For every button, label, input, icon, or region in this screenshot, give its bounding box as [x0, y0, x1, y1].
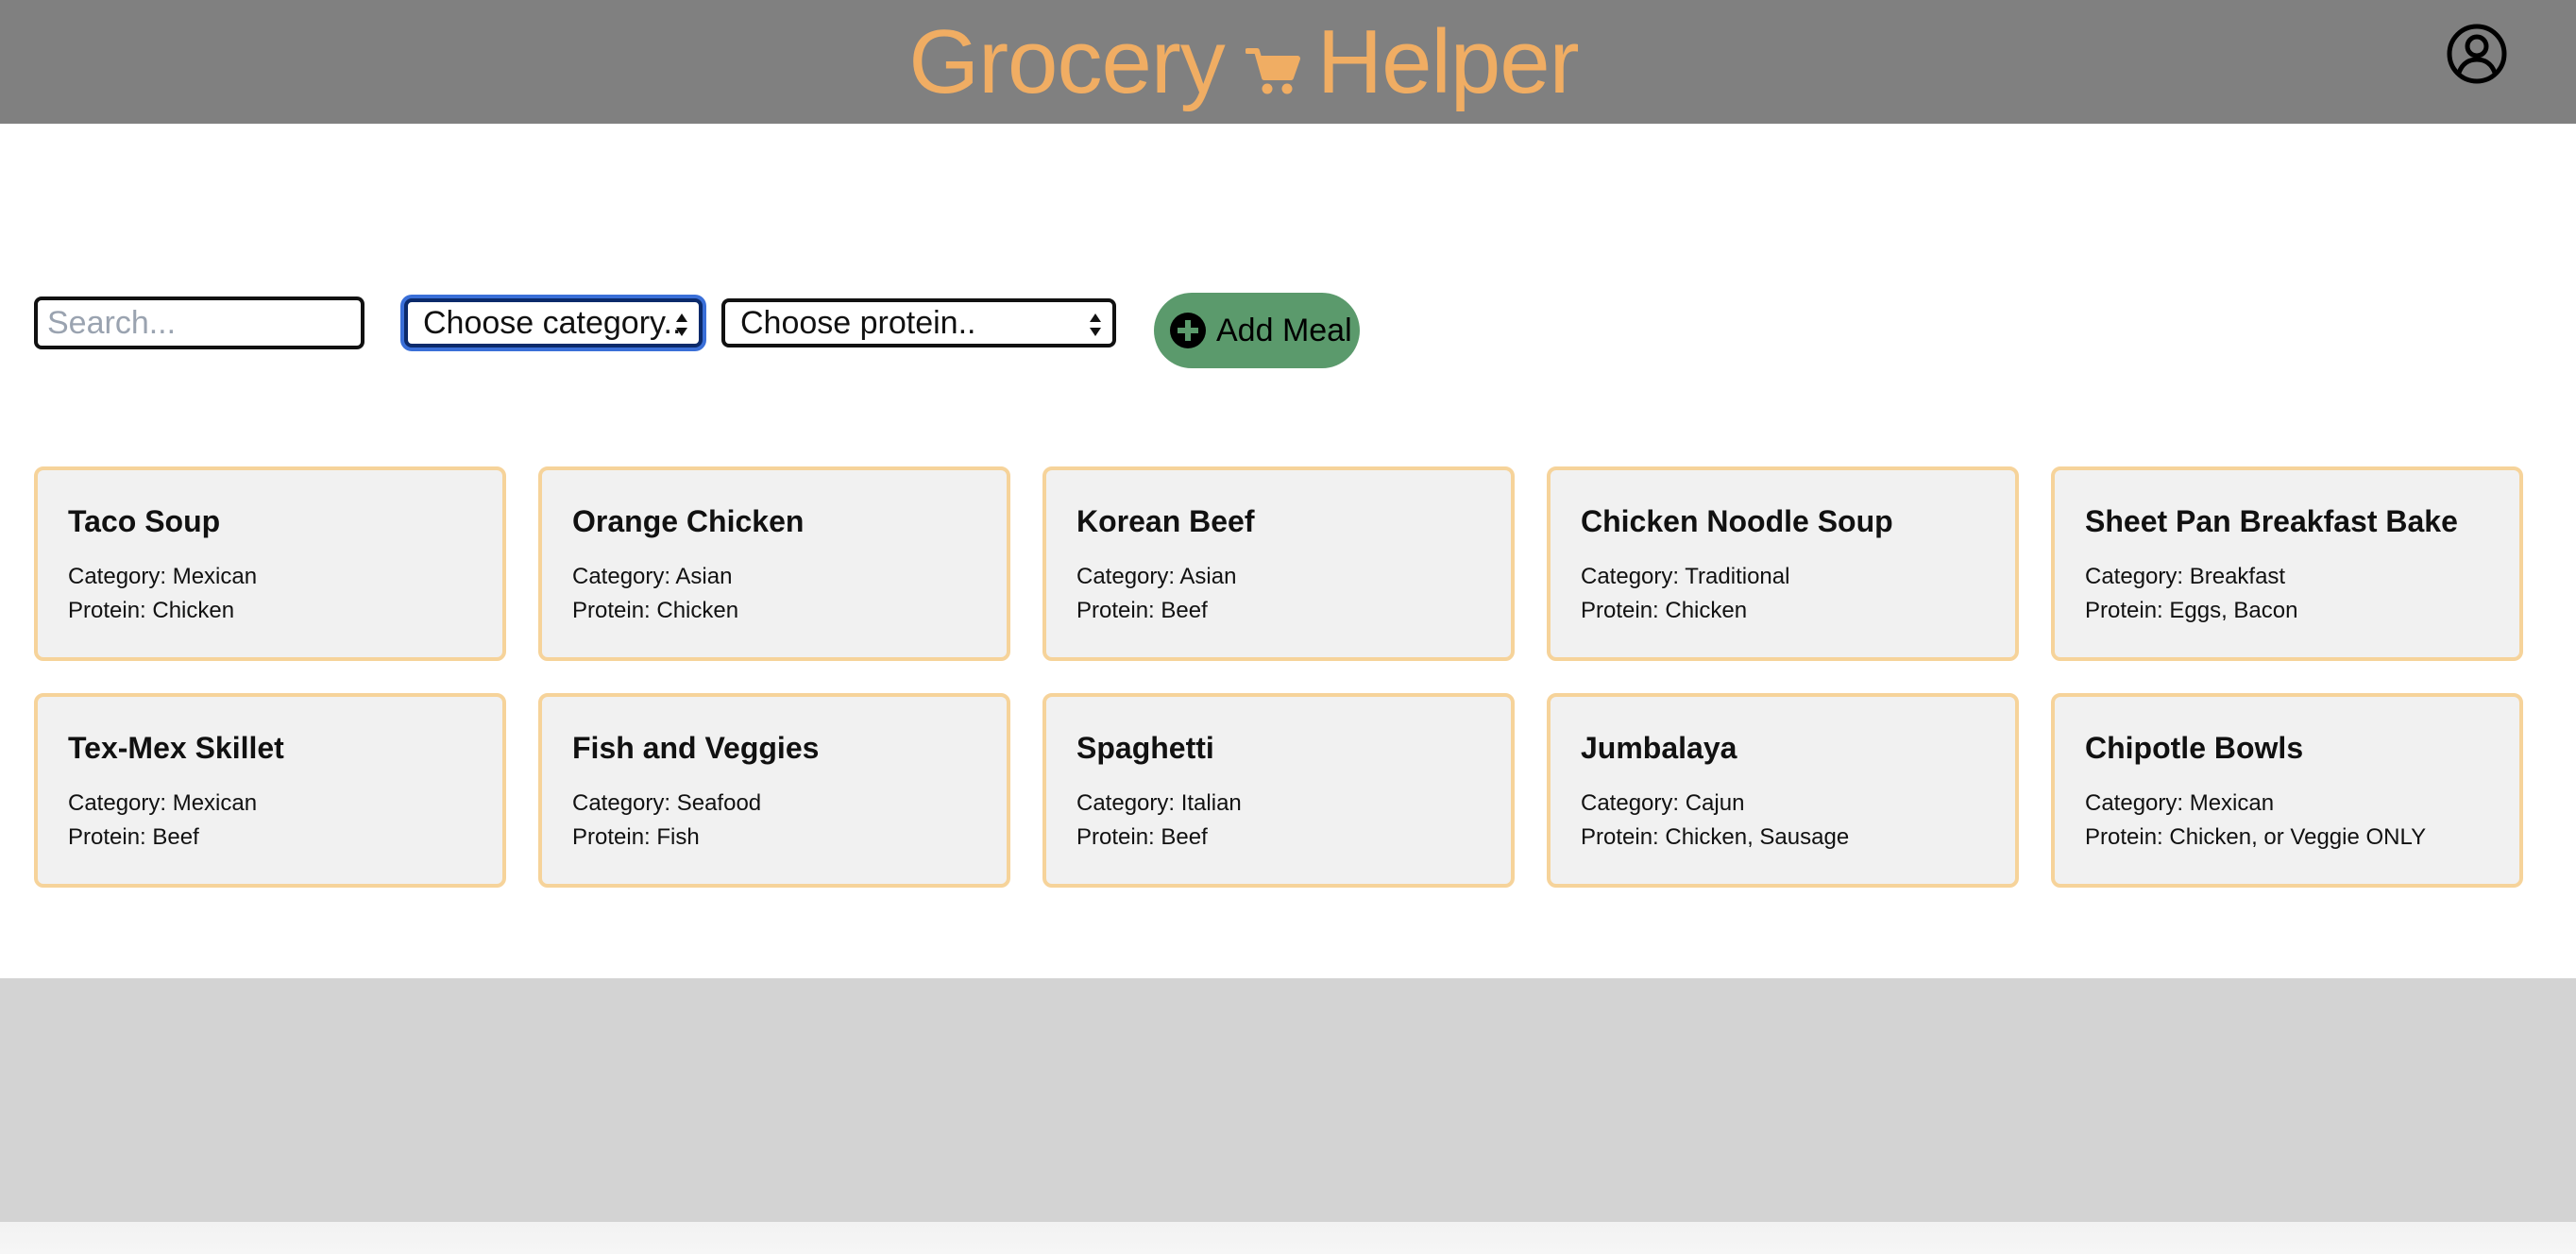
search-input[interactable] — [34, 297, 364, 349]
meal-protein: Protein: Eggs, Bacon — [2085, 598, 2298, 623]
meal-category: Category: Mexican — [68, 790, 258, 816]
meal-name: Chicken Noodle Soup — [1581, 504, 1893, 538]
meal-name: Fish and Veggies — [572, 731, 820, 765]
select-arrows-icon — [1090, 314, 1101, 336]
meal-name: Tex-Mex Skillet — [68, 731, 284, 765]
category-select-value: Choose category.. — [423, 304, 682, 341]
meal-card[interactable]: Jumbalaya Category: Cajun Protein: Chicken… — [1547, 693, 2019, 888]
meal-protein: Protein: Chicken — [1581, 598, 1748, 623]
meal-category: Category: Breakfast — [2085, 564, 2286, 589]
meal-card[interactable]: Orange Chicken Category: Asian Protein: Ch… — [538, 466, 1010, 661]
meal-name: Chipotle Bowls — [2085, 731, 2304, 765]
meal-name: Taco Soup — [68, 504, 221, 538]
footer — [0, 978, 2576, 1222]
meal-category: Category: Traditional — [1581, 564, 1790, 589]
meal-category: Category: Seafood — [572, 790, 762, 816]
meal-card[interactable]: Taco Soup Category: Mexican Protein: Chick… — [34, 466, 506, 661]
meal-grid: Taco Soup Category: Mexican Protein: Chick… — [34, 466, 2527, 888]
meal-name: Orange Chicken — [572, 504, 805, 538]
meal-protein: Protein: Chicken — [68, 598, 235, 623]
protein-select[interactable]: Choose protein.. — [721, 298, 1116, 347]
meal-category: Category: Asian — [572, 564, 733, 589]
meal-card[interactable]: Chipotle Bowls Category: Mexican Protein: … — [2051, 693, 2523, 888]
plus-circle-icon — [1170, 313, 1206, 348]
app-title: Grocery Helper — [908, 10, 1580, 112]
meal-protein: Protein: Beef — [68, 824, 199, 850]
cart-icon — [1245, 47, 1300, 93]
app-header: Grocery Helper — [0, 0, 2576, 124]
meal-category: Category: Mexican — [2085, 790, 2275, 816]
app-title-right: Helper — [1316, 10, 1580, 112]
meal-name: Jumbalaya — [1581, 731, 1737, 765]
app-title-left: Grocery — [908, 10, 1225, 112]
select-arrows-icon — [676, 314, 687, 336]
meal-name: Spaghetti — [1076, 731, 1214, 765]
filter-toolbar: Choose category.. Choose protein.. Add M… — [0, 293, 2576, 383]
meal-category: Category: Mexican — [68, 564, 258, 589]
meal-category: Category: Asian — [1076, 564, 1237, 589]
meal-protein: Protein: Beef — [1076, 598, 1208, 623]
meal-card[interactable]: Tex-Mex Skillet Category: Mexican Protein:… — [34, 693, 506, 888]
page: Grocery Helper Choose category.. Ch — [0, 0, 2576, 1254]
meal-protein: Protein: Chicken, or Veggie ONLY — [2085, 824, 2427, 850]
add-meal-label: Add Meal — [1216, 312, 1352, 348]
meal-category: Category: Italian — [1076, 790, 1242, 816]
meal-protein: Protein: Beef — [1076, 824, 1208, 850]
meal-protein: Protein: Chicken, Sausage — [1581, 824, 1850, 850]
meal-card[interactable]: Spaghetti Category: Italian Protein: Beef — [1042, 693, 1515, 888]
meal-protein: Protein: Chicken — [572, 598, 739, 623]
protein-select-value: Choose protein.. — [740, 304, 976, 341]
meal-card[interactable]: Chicken Noodle Soup Category: Traditional… — [1547, 466, 2019, 661]
add-meal-button[interactable]: Add Meal — [1154, 293, 1360, 368]
user-circle-icon[interactable] — [2446, 23, 2508, 85]
category-select[interactable]: Choose category.. — [404, 298, 703, 347]
page-bottom-area — [0, 1222, 2576, 1254]
meal-category: Category: Cajun — [1581, 790, 1745, 816]
meal-protein: Protein: Fish — [572, 824, 700, 850]
meal-card[interactable]: Sheet Pan Breakfast Bake Category: Breakf… — [2051, 466, 2523, 661]
meal-card[interactable]: Fish and Veggies Category: Seafood Protein… — [538, 693, 1010, 888]
meal-name: Sheet Pan Breakfast Bake — [2085, 504, 2458, 538]
meal-name: Korean Beef — [1076, 504, 1255, 538]
meal-card[interactable]: Korean Beef Category: Asian Protein: Beef — [1042, 466, 1515, 661]
